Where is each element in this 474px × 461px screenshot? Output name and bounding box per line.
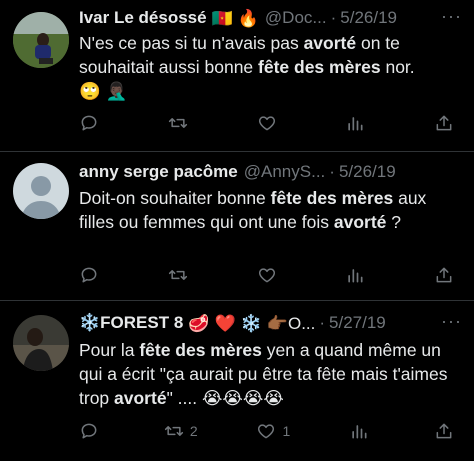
tweet-text: N'es ce pas si tu n'avais pas avorté on … bbox=[79, 31, 460, 103]
text-part: Doit-on souhaiter bonne bbox=[79, 188, 271, 208]
retweet-button[interactable] bbox=[168, 113, 194, 133]
reply-button[interactable] bbox=[79, 113, 105, 133]
author-name[interactable]: Ivar Le désossé bbox=[79, 8, 207, 28]
retweet-icon bbox=[168, 270, 187, 280]
separator-dot: · bbox=[319, 313, 326, 332]
tweet-text: Doit-on souhaiter bonne fête des mères a… bbox=[79, 186, 460, 234]
views-icon bbox=[352, 425, 367, 439]
separator-dot: · bbox=[330, 8, 337, 27]
tweet[interactable]: ❄️FOREST 8 🥩 ❤️ ❄️ 👉🏾O... · 5/27/19 ··· … bbox=[0, 301, 474, 461]
rolling-eyes-emoji: 🙄 bbox=[79, 81, 101, 101]
reply-icon bbox=[81, 423, 97, 439]
views-button[interactable] bbox=[349, 421, 375, 441]
text-part-bold: avorté bbox=[333, 212, 387, 232]
crying-emoji: 😭 bbox=[222, 388, 243, 408]
tweet[interactable]: anny serge pacôme @AnnyS... · 5/26/19 Do… bbox=[0, 152, 474, 300]
reply-icon bbox=[81, 267, 97, 283]
retweet-button[interactable] bbox=[168, 265, 194, 285]
text-part: ? bbox=[386, 212, 401, 232]
author-handle[interactable]: @Doc... bbox=[265, 8, 327, 28]
like-button[interactable]: 1 bbox=[256, 421, 290, 441]
views-button[interactable] bbox=[345, 265, 371, 285]
like-button[interactable] bbox=[257, 265, 283, 285]
avatar[interactable] bbox=[13, 163, 69, 219]
fire-emoji: 🔥 bbox=[237, 8, 259, 28]
author-name[interactable]: anny serge pacôme bbox=[79, 162, 238, 182]
more-icon[interactable]: ··· bbox=[441, 311, 462, 332]
avatar[interactable] bbox=[13, 315, 69, 371]
views-icon bbox=[348, 269, 363, 283]
separator-dot: · bbox=[329, 162, 335, 181]
author-name[interactable]: ❄️FOREST 8 bbox=[79, 313, 183, 333]
retweet-button[interactable]: 2 bbox=[164, 421, 198, 441]
like-icon bbox=[258, 424, 275, 439]
tweet-text: Pour la fête des mères yen a quand même … bbox=[79, 338, 460, 410]
text-part-bold: avorté bbox=[114, 388, 167, 408]
crying-emoji: 😭 bbox=[263, 388, 284, 408]
reply-button[interactable] bbox=[79, 265, 105, 285]
more-icon[interactable]: ··· bbox=[441, 6, 462, 27]
views-button[interactable] bbox=[345, 113, 371, 133]
facepalm-emoji: 🤦🏿‍♂️ bbox=[105, 81, 128, 101]
like-button[interactable] bbox=[257, 113, 283, 133]
share-icon bbox=[436, 267, 452, 283]
tweet[interactable]: Ivar Le désossé 🇨🇲 🔥 @Doc... · 5/26/19 ·… bbox=[0, 0, 474, 151]
flag-emoji: 🇨🇲 bbox=[211, 8, 233, 28]
text-part-bold: fête des mères bbox=[139, 340, 262, 360]
share-icon bbox=[436, 115, 452, 131]
like-count: 1 bbox=[282, 423, 291, 439]
reply-icon bbox=[81, 115, 97, 131]
views-icon bbox=[348, 117, 363, 131]
text-part-bold: fête des mères bbox=[258, 57, 381, 77]
text-part-bold: fête des mères bbox=[270, 188, 394, 208]
share-icon bbox=[436, 423, 452, 439]
reply-button[interactable] bbox=[79, 421, 105, 441]
tweet-date[interactable]: 5/27/19 bbox=[329, 313, 386, 333]
share-button[interactable] bbox=[434, 113, 454, 133]
text-part: nor. bbox=[380, 57, 415, 77]
like-icon bbox=[258, 268, 275, 283]
author-handle[interactable]: @AnnyS... bbox=[244, 162, 326, 182]
retweet-count: 2 bbox=[189, 423, 198, 439]
share-button[interactable] bbox=[434, 265, 454, 285]
retweet-icon bbox=[168, 118, 187, 128]
share-button[interactable] bbox=[434, 421, 454, 441]
crying-emoji: 😭 bbox=[201, 388, 223, 408]
crying-emoji: 😭 bbox=[242, 388, 264, 408]
snowflake-emoji: ❄️ bbox=[240, 313, 262, 333]
pointing-emoji: 👉🏾O... bbox=[266, 313, 316, 333]
text-part: " .... bbox=[166, 388, 202, 408]
text-part: Pour la bbox=[79, 340, 140, 360]
tweet-date[interactable]: 5/26/19 bbox=[340, 8, 397, 28]
retweet-icon bbox=[164, 426, 183, 436]
heart-emoji: ❤️ bbox=[214, 313, 236, 333]
avatar[interactable] bbox=[13, 12, 69, 68]
like-icon bbox=[258, 116, 275, 131]
meat-emoji: 🥩 bbox=[188, 313, 210, 333]
tweet-date[interactable]: 5/26/19 bbox=[339, 162, 396, 182]
text-part-bold: avorté bbox=[303, 33, 357, 53]
text-part: N'es ce pas si tu n'avais pas bbox=[79, 33, 304, 53]
